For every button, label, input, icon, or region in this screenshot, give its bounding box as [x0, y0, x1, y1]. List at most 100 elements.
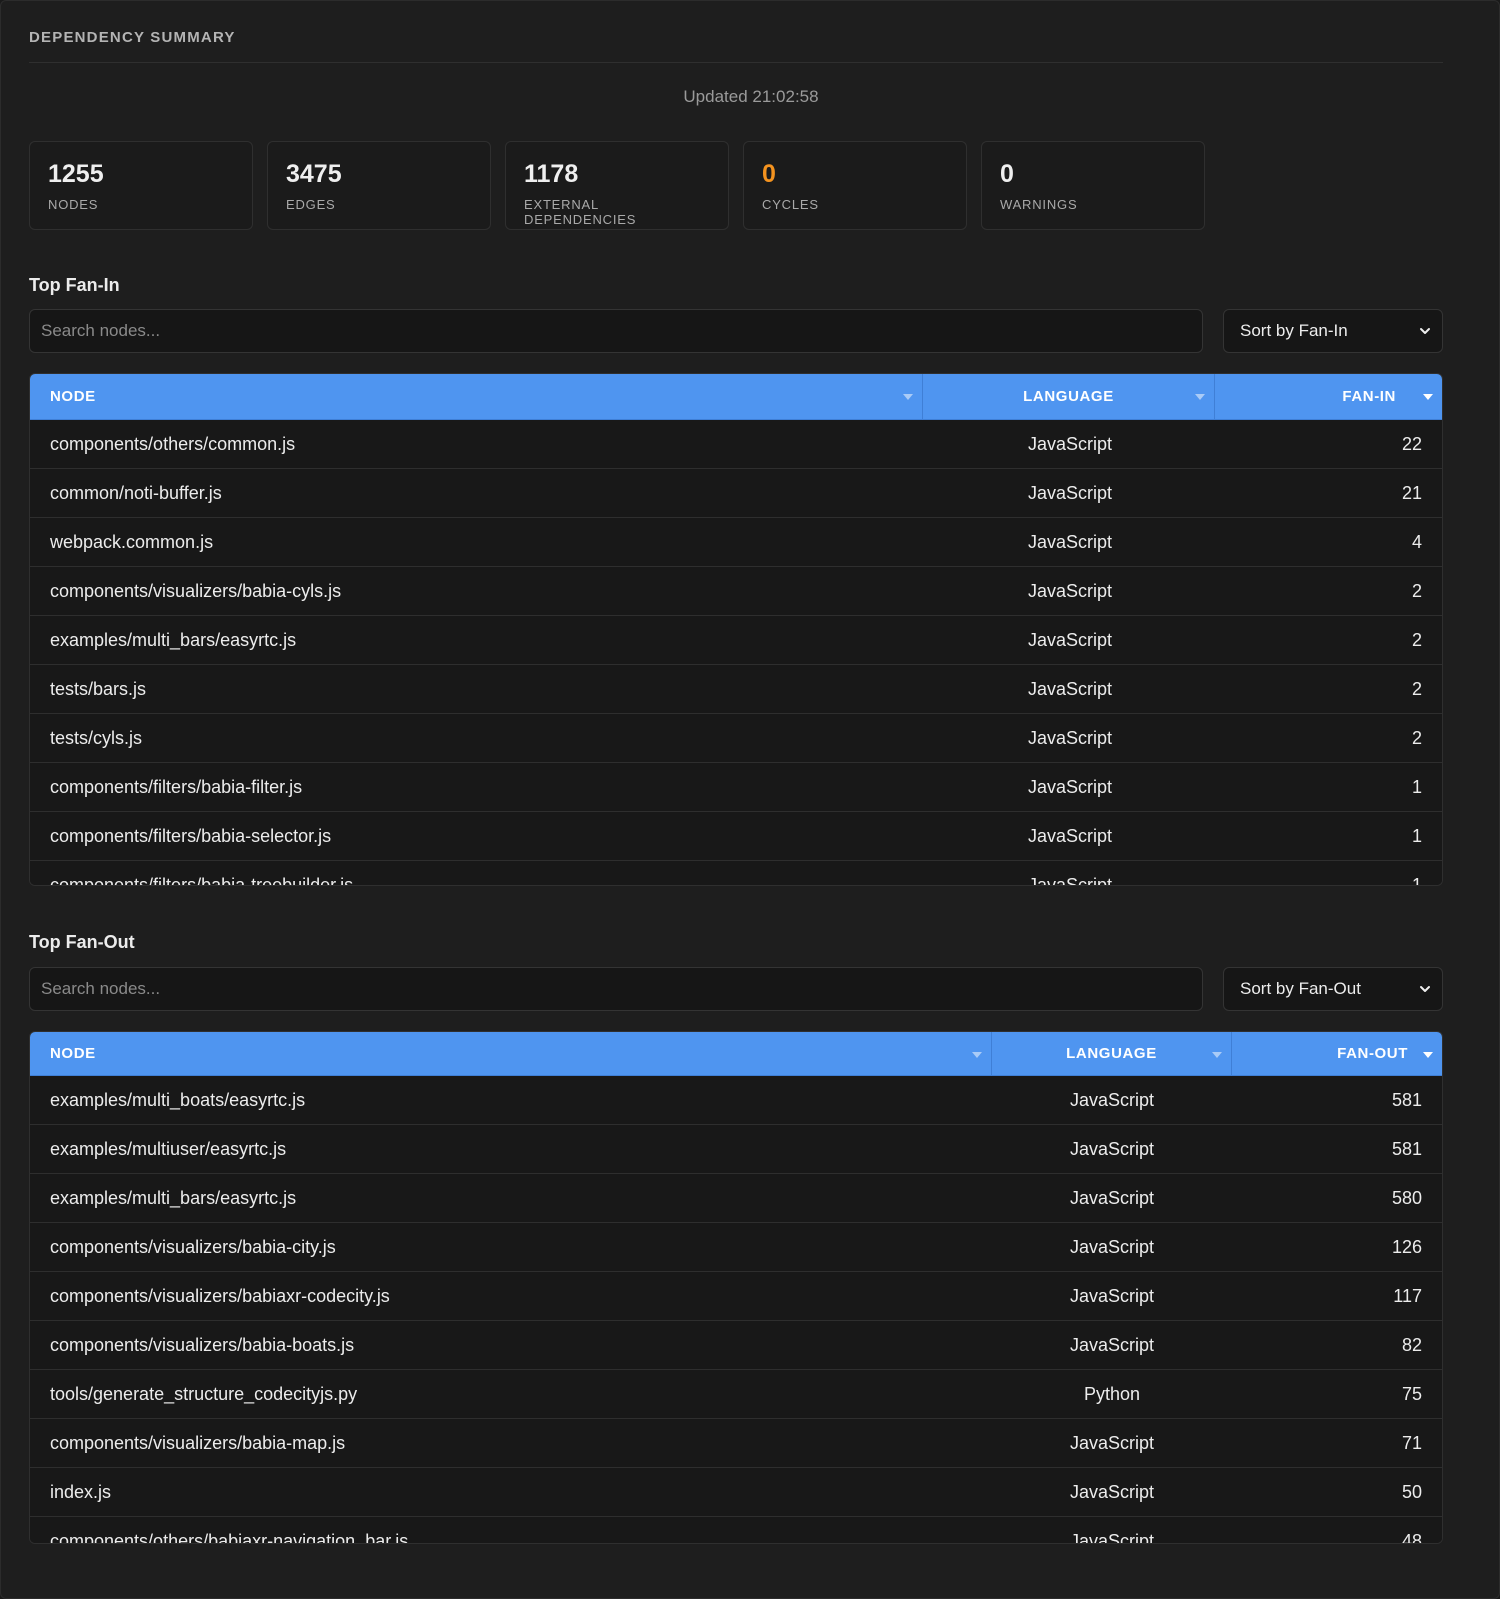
node-cell: components/visualizers/babia-city.js [50, 1236, 336, 1257]
table-row[interactable]: tests/cyls.js JavaScript 2 [30, 714, 1442, 763]
stat-card-edges: 3475 EDGES [267, 141, 491, 230]
fan-out-sort-select[interactable]: Sort by Fan-Out [1223, 967, 1443, 1011]
column-header-language[interactable]: LANGUAGE [923, 374, 1215, 419]
table-row[interactable]: tools/generate_structure_codecityjs.py Py… [30, 1370, 1442, 1419]
table-row[interactable]: examples/multi_bars/easyrtc.js JavaScript… [30, 616, 1442, 665]
sort-arrow-icon [1423, 394, 1433, 400]
table-row[interactable]: components/others/babiaxr-navigation_bar… [30, 1517, 1442, 1544]
node-cell: index.js [50, 1481, 112, 1502]
stat-label: CYCLES [762, 197, 819, 212]
fan-in-search-input[interactable] [41, 310, 1202, 352]
fan-out-search-input[interactable] [41, 968, 1202, 1010]
language-cell: JavaScript [1027, 825, 1113, 846]
node-cell: examples/multi_bars/easyrtc.js [50, 1187, 297, 1208]
sort-arrow-icon [1212, 1052, 1222, 1058]
count-cell: 21 [1401, 482, 1422, 503]
stat-value: 3475 [286, 160, 342, 188]
language-cell: JavaScript [1027, 776, 1113, 797]
table-row[interactable]: components/filters/babia-filter.js JavaSc… [30, 763, 1442, 812]
sort-label: Sort by Fan-In [1240, 321, 1348, 340]
node-cell: components/filters/babia-treebuilder.js [50, 874, 354, 886]
panel-title: DEPENDENCY SUMMARY [29, 29, 236, 46]
table-row[interactable]: components/filters/babia-treebuilder.js J… [30, 861, 1442, 886]
stat-value: 0 [762, 160, 776, 188]
node-cell: examples/multi_boats/easyrtc.js [50, 1089, 306, 1110]
table-header: NODE LANGUAGE FAN-OUT [30, 1032, 1442, 1076]
fan-in-table-body: components/others/common.js JavaScript 22 c… [30, 420, 1442, 886]
language-cell: JavaScript [1069, 1187, 1155, 1208]
column-header-label: FAN-IN [1342, 388, 1396, 405]
node-cell: components/others/common.js [50, 433, 296, 454]
node-cell: examples/multiuser/easyrtc.js [50, 1138, 287, 1159]
count-cell: 71 [1401, 1432, 1422, 1453]
node-cell: examples/multi_bars/easyrtc.js [50, 629, 297, 650]
count-cell: 48 [1401, 1530, 1422, 1544]
node-cell: components/filters/babia-selector.js [50, 825, 332, 846]
stat-label: NODES [48, 197, 99, 212]
table-row[interactable]: index.js JavaScript 50 [30, 1468, 1442, 1517]
table-row[interactable]: components/visualizers/babia-cyls.js Java… [30, 567, 1442, 616]
table-row[interactable]: examples/multiuser/easyrtc.js JavaScript 5… [30, 1125, 1442, 1174]
column-header-label: FAN-OUT [1337, 1045, 1408, 1062]
table-row[interactable]: webpack.common.js JavaScript 4 [30, 518, 1442, 567]
stat-value: 1255 [48, 160, 104, 188]
count-cell: 2 [1411, 727, 1422, 748]
language-cell: JavaScript [1069, 1481, 1155, 1502]
language-cell: JavaScript [1027, 482, 1113, 503]
table-header: NODE LANGUAGE FAN-IN [30, 374, 1442, 420]
language-cell: JavaScript [1027, 874, 1113, 886]
node-cell: tests/bars.js [50, 678, 147, 699]
language-cell: JavaScript [1027, 629, 1113, 650]
table-row[interactable]: components/visualizers/babia-map.js JavaS… [30, 1419, 1442, 1468]
node-cell: components/visualizers/babia-cyls.js [50, 580, 342, 601]
table-row[interactable]: tests/bars.js JavaScript 2 [30, 665, 1442, 714]
sort-arrow-icon [1195, 394, 1205, 400]
fan-in-search-input-wrap[interactable] [29, 309, 1203, 353]
column-header-fan-in[interactable]: FAN-IN [1215, 374, 1442, 419]
count-cell: 1 [1411, 776, 1422, 797]
node-cell: components/filters/babia-filter.js [50, 776, 303, 797]
node-cell: components/others/babiaxr-navigation_bar… [50, 1530, 409, 1544]
divider [29, 62, 1443, 63]
node-cell: webpack.common.js [50, 531, 214, 552]
language-cell: JavaScript [1027, 678, 1113, 699]
fan-out-search-input-wrap[interactable] [29, 967, 1203, 1011]
column-header-language[interactable]: LANGUAGE [992, 1032, 1232, 1075]
table-row[interactable]: common/noti-buffer.js JavaScript 21 [30, 469, 1442, 518]
stat-card-cycles: 0 CYCLES [743, 141, 967, 230]
column-header-node[interactable]: NODE [30, 374, 923, 419]
table-row[interactable]: components/visualizers/babia-boats.js Jav… [30, 1321, 1442, 1370]
table-row[interactable]: examples/multi_boats/easyrtc.js JavaScrip… [30, 1076, 1442, 1125]
count-cell: 580 [1391, 1187, 1422, 1208]
chevron-down-icon [1420, 986, 1430, 992]
fan-out-table: NODE LANGUAGE FAN-OUT examples/multi_boa… [29, 1031, 1443, 1544]
language-cell: JavaScript [1069, 1138, 1155, 1159]
table-row[interactable]: components/others/common.js JavaScript 22 [30, 420, 1442, 469]
fan-in-sort-select[interactable]: Sort by Fan-In [1223, 309, 1443, 353]
table-row[interactable]: examples/multi_bars/easyrtc.js JavaScript… [30, 1174, 1442, 1223]
language-cell: JavaScript [1069, 1432, 1155, 1453]
sort-arrow-icon [1423, 1052, 1433, 1058]
language-cell: JavaScript [1069, 1285, 1155, 1306]
column-header-node[interactable]: NODE [30, 1032, 992, 1075]
node-cell: tests/cyls.js [50, 727, 143, 748]
stats-row: 1255 NODES 3475 EDGES 1178 EXTERNAL DEPE… [29, 141, 1205, 230]
table-row[interactable]: components/visualizers/babia-city.js Java… [30, 1223, 1442, 1272]
stat-value: 1178 [524, 160, 579, 188]
table-row[interactable]: components/filters/babia-selector.js Java… [30, 812, 1442, 861]
node-cell: components/visualizers/babia-map.js [50, 1432, 346, 1453]
sort-arrow-icon [972, 1052, 982, 1058]
section-title-fan-in: Top Fan-In [29, 275, 120, 295]
stat-card-warnings: 0 WARNINGS [981, 141, 1205, 230]
column-header-label: LANGUAGE [1023, 388, 1114, 405]
language-cell: JavaScript [1069, 1334, 1155, 1355]
column-header-fan-out[interactable]: FAN-OUT [1232, 1032, 1442, 1075]
count-cell: 581 [1391, 1089, 1422, 1110]
count-cell: 2 [1411, 629, 1422, 650]
node-cell: components/visualizers/babia-boats.js [50, 1334, 355, 1355]
count-cell: 1 [1411, 825, 1422, 846]
table-row[interactable]: components/visualizers/babiaxr-codecity.… [30, 1272, 1442, 1321]
language-cell: JavaScript [1027, 580, 1113, 601]
column-header-label: NODE [50, 388, 96, 405]
node-cell: common/noti-buffer.js [50, 482, 222, 503]
